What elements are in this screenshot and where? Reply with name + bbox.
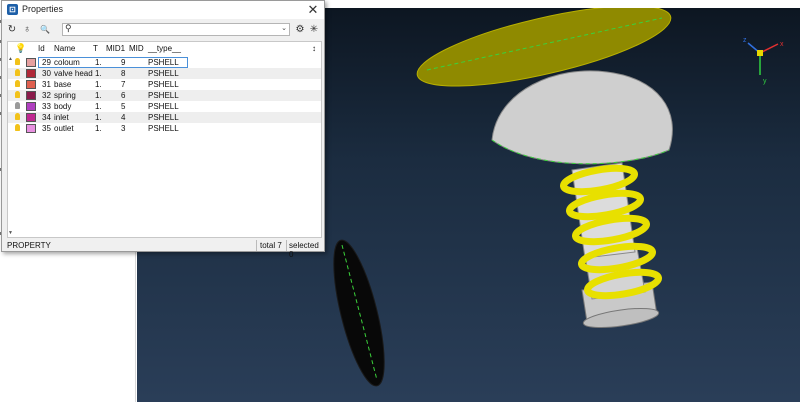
toolbar: ↻ ♁ 🔍 ⚲ ⌄ ⚙ ✳ bbox=[2, 21, 324, 39]
viewport-top-strip bbox=[325, 0, 800, 8]
zoom-icon[interactable]: 🔍 bbox=[38, 23, 52, 37]
axis-triad: z x y bbox=[743, 37, 784, 85]
cell-type: PSHELL bbox=[148, 102, 179, 111]
status-selected: selected 0 bbox=[289, 241, 319, 259]
expand-icon[interactable]: ✳ bbox=[308, 23, 320, 37]
cell-name[interactable]: outlet bbox=[54, 124, 74, 134]
cell-mid1[interactable]: 8 bbox=[121, 69, 125, 79]
title-bar[interactable]: ⊡ Properties ✕ bbox=[2, 1, 324, 19]
visibility-bulb-icon[interactable] bbox=[15, 91, 20, 98]
refresh-icon[interactable]: ↻ bbox=[6, 23, 18, 37]
table-header: 💡 Id Name T MID1 MID __type__ ↕ bbox=[8, 42, 321, 56]
cell-name[interactable]: base bbox=[54, 80, 71, 90]
cell-t[interactable]: 1. bbox=[95, 124, 102, 134]
status-entity: PROPERTY bbox=[7, 241, 51, 250]
cell-name[interactable]: body bbox=[54, 102, 71, 112]
cell-id: 32 bbox=[42, 91, 51, 100]
cell-t[interactable]: 1. bbox=[95, 69, 102, 79]
axis-z-label: z bbox=[743, 37, 747, 44]
cell-mid1[interactable]: 7 bbox=[121, 80, 125, 90]
search-input[interactable] bbox=[63, 24, 275, 35]
cell-mid1[interactable]: 4 bbox=[121, 113, 125, 123]
color-swatch[interactable] bbox=[26, 69, 36, 78]
visibility-bulb-icon[interactable] bbox=[15, 58, 20, 65]
table-row[interactable]: 32 spring 1. 6 PSHELL bbox=[8, 90, 321, 101]
display-filter-icon[interactable]: ♁ bbox=[20, 23, 34, 37]
cell-type: PSHELL bbox=[148, 80, 179, 89]
cell-t[interactable]: 1. bbox=[95, 113, 102, 123]
cell-t[interactable]: 1. bbox=[95, 58, 102, 68]
color-swatch[interactable] bbox=[26, 80, 36, 89]
visibility-bulb-icon[interactable] bbox=[15, 102, 20, 109]
cell-type: PSHELL bbox=[148, 91, 179, 100]
color-swatch[interactable] bbox=[26, 91, 36, 100]
status-divider bbox=[286, 240, 287, 251]
search-box[interactable]: ⚲ ⌄ bbox=[62, 23, 290, 36]
cell-name[interactable]: inlet bbox=[54, 113, 69, 123]
chevron-down-icon[interactable]: ⌄ bbox=[281, 24, 287, 32]
left-panel-border bbox=[135, 250, 136, 402]
table-row[interactable]: 30 valve head 1. 8 PSHELL bbox=[8, 68, 321, 79]
col-header-mid[interactable]: MID bbox=[129, 44, 144, 53]
col-header-type[interactable]: __type__ bbox=[148, 44, 181, 53]
visibility-column-icon[interactable]: 💡 bbox=[15, 43, 26, 54]
cell-t[interactable]: 1. bbox=[95, 80, 102, 90]
window-title: Properties bbox=[22, 4, 64, 14]
cell-id: 35 bbox=[42, 124, 51, 133]
cell-type: PSHELL bbox=[148, 69, 179, 78]
cell-mid1[interactable]: 9 bbox=[121, 58, 125, 68]
table-row[interactable]: 29 coloum 1. 9 PSHELL bbox=[8, 57, 321, 68]
status-total: total 7 bbox=[260, 241, 282, 250]
cell-type: PSHELL bbox=[148, 113, 179, 122]
table-row[interactable]: 34 inlet 1. 4 PSHELL bbox=[8, 112, 321, 123]
cell-id: 29 bbox=[42, 58, 51, 67]
cell-t[interactable]: 1. bbox=[95, 91, 102, 101]
visibility-bulb-icon[interactable] bbox=[15, 69, 20, 76]
color-swatch[interactable] bbox=[26, 58, 36, 67]
cell-id: 30 bbox=[42, 69, 51, 78]
table-row[interactable]: 35 outlet 1. 3 PSHELL bbox=[8, 123, 321, 134]
cell-type: PSHELL bbox=[148, 124, 179, 133]
status-divider bbox=[256, 240, 257, 251]
cell-mid1[interactable]: 6 bbox=[121, 91, 125, 101]
sort-icon[interactable]: ↕ bbox=[312, 44, 316, 53]
col-header-name[interactable]: Name bbox=[54, 44, 75, 53]
cell-id: 34 bbox=[42, 113, 51, 122]
cell-id: 33 bbox=[42, 102, 51, 111]
cell-t[interactable]: 1. bbox=[95, 102, 102, 112]
cell-mid1[interactable]: 5 bbox=[121, 102, 125, 112]
valve-head[interactable] bbox=[491, 70, 673, 165]
lower-disc[interactable] bbox=[323, 236, 394, 390]
color-swatch[interactable] bbox=[26, 113, 36, 122]
cell-type: PSHELL bbox=[148, 58, 179, 67]
visibility-bulb-icon[interactable] bbox=[15, 80, 20, 87]
close-button[interactable]: ✕ bbox=[305, 2, 321, 18]
col-header-t[interactable]: T bbox=[93, 44, 98, 53]
color-swatch[interactable] bbox=[26, 102, 36, 111]
gear-icon[interactable]: ⚙ bbox=[294, 23, 306, 37]
cell-name[interactable]: spring bbox=[54, 91, 76, 101]
cell-id: 31 bbox=[42, 80, 51, 89]
axis-y-label: y bbox=[763, 78, 767, 85]
status-bar: PROPERTY total 7 selected 0 bbox=[6, 240, 322, 259]
cell-mid1[interactable]: 3 bbox=[121, 124, 125, 134]
color-swatch[interactable] bbox=[26, 124, 36, 133]
col-header-id[interactable]: Id bbox=[38, 44, 45, 53]
axis-x-label: x bbox=[780, 41, 784, 48]
table-row[interactable]: 33 body 1. 5 PSHELL bbox=[8, 101, 321, 112]
table-row[interactable]: 31 base 1. 7 PSHELL bbox=[8, 79, 321, 90]
visibility-bulb-icon[interactable] bbox=[15, 124, 20, 131]
cell-name[interactable]: valve head bbox=[54, 69, 93, 79]
col-header-mid1[interactable]: MID1 bbox=[106, 44, 125, 53]
app-icon: ⊡ bbox=[7, 4, 18, 15]
visibility-bulb-icon[interactable] bbox=[15, 113, 20, 120]
cell-name[interactable]: coloum bbox=[54, 58, 80, 68]
search-icon: ⚲ bbox=[65, 23, 72, 33]
properties-dialog: ⊡ Properties ✕ ↻ ♁ 🔍 ⚲ ⌄ ⚙ ✳ 💡 Id Name T… bbox=[1, 0, 325, 259]
properties-table: 💡 Id Name T MID1 MID __type__ ↕ ▲ ▼ 29 col… bbox=[7, 41, 322, 238]
